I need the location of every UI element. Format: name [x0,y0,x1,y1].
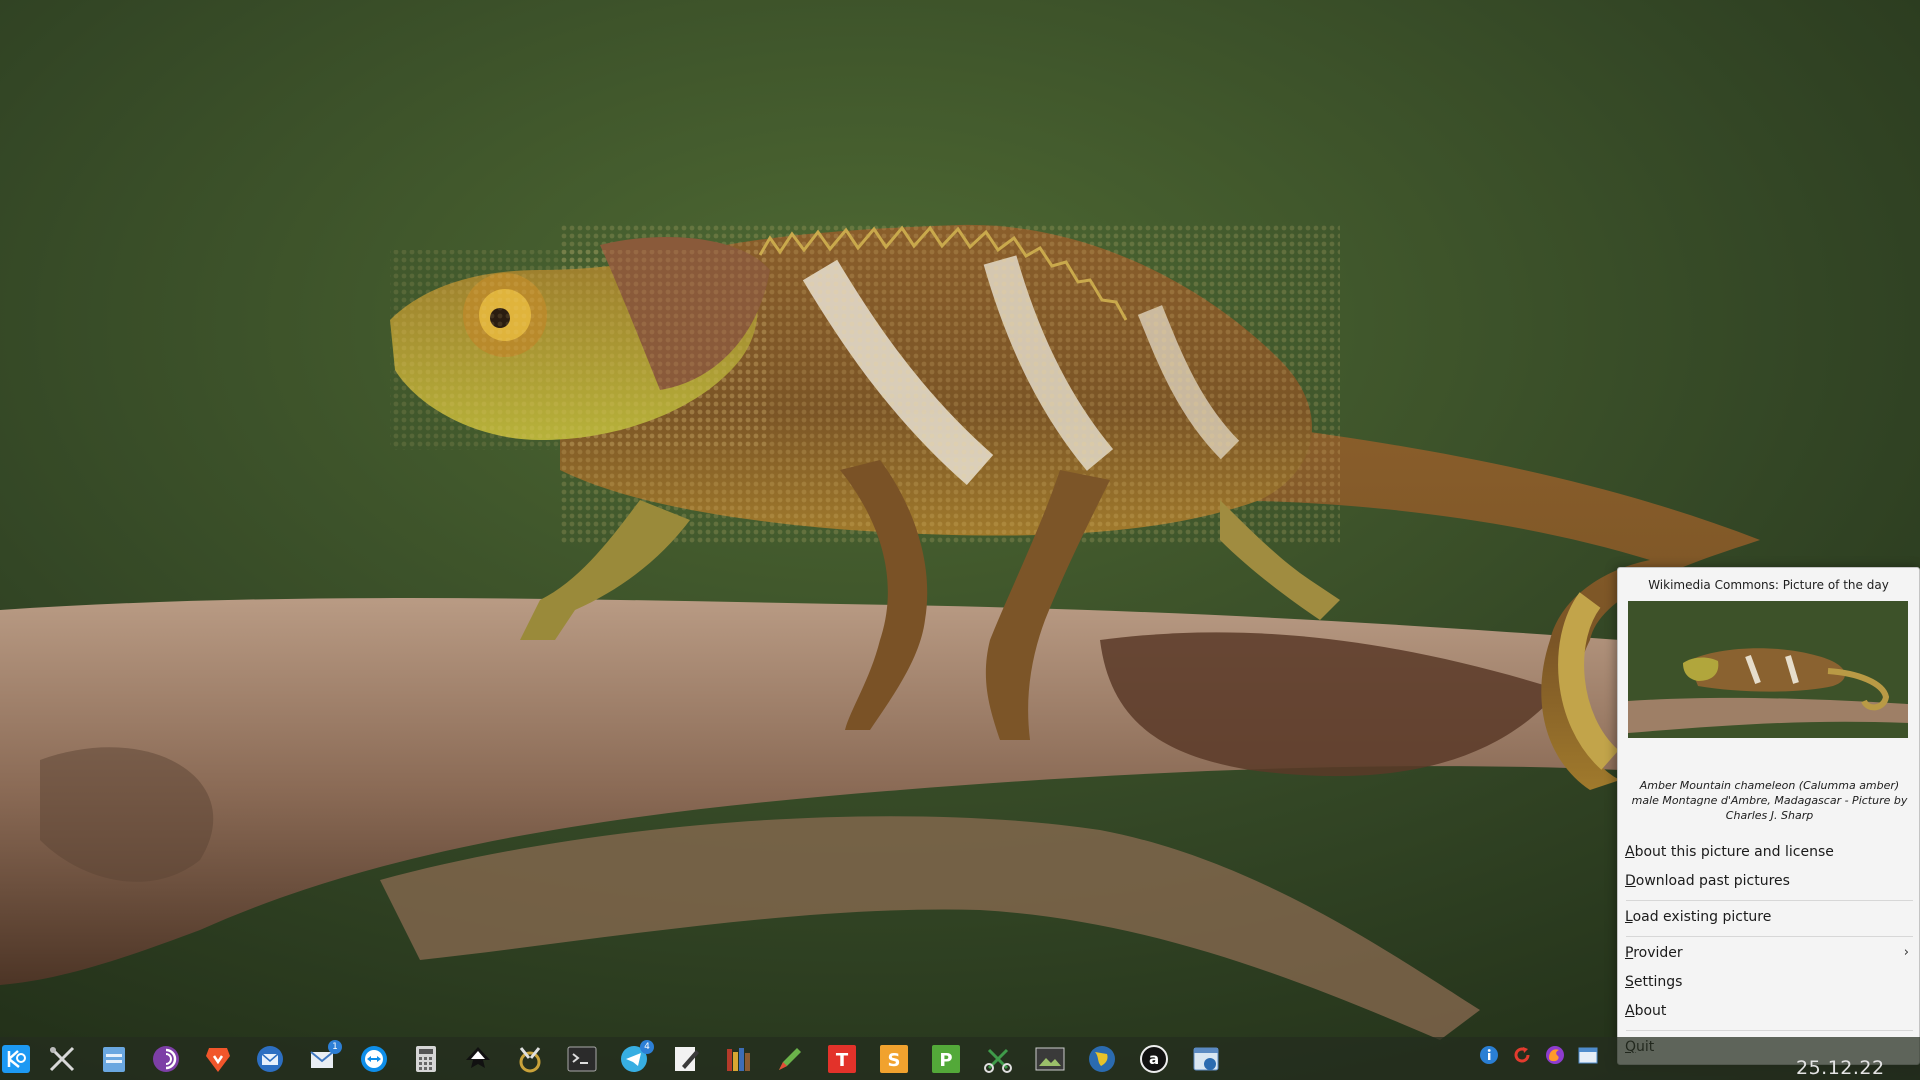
taskbar: 1 4 T S P a [0,1037,1920,1080]
calendar-icon[interactable] [1578,1045,1600,1067]
menu-item-about[interactable]: About [1624,998,1915,1024]
chameleon-thumbnail-image [1628,601,1908,738]
picture-thumbnail[interactable] [1628,601,1908,738]
office-spreadsheet-icon[interactable]: S [878,1043,910,1075]
menu-item-settings[interactable]: Settings [1624,969,1915,995]
file-manager-icon[interactable] [98,1043,130,1075]
menu-item-provider[interactable]: Provider › [1624,940,1915,966]
tor-browser-icon[interactable] [150,1043,182,1075]
menu-separator [1626,1030,1913,1031]
clock-date[interactable]: 25.12.22 [1796,1057,1885,1079]
plugin-tool-icon[interactable] [514,1043,546,1075]
menu-mnemonic: S [1625,974,1634,990]
menu-label: bout [1634,1003,1667,1019]
unread-badge: 4 [640,1040,654,1054]
library-icon[interactable] [722,1043,754,1075]
menu-separator [1626,900,1913,901]
picture-caption: Amber Mountain chameleon (Calumma amber)… [1631,779,1908,822]
inkscape-icon[interactable] [462,1043,494,1075]
mail-notifier-icon[interactable]: 1 [306,1040,342,1075]
menu-mnemonic: A [1625,844,1635,860]
chevron-right-icon: › [1903,945,1909,960]
menu-label: oad existing picture [1632,909,1772,925]
menu-label: ettings [1633,974,1683,990]
svg-text:T: T [836,1050,849,1071]
image-viewer-icon[interactable] [1034,1043,1066,1075]
teamviewer-icon[interactable] [358,1043,390,1075]
office-presentation-icon[interactable]: P [930,1043,962,1075]
kde-launcher-icon[interactable] [0,1043,32,1075]
menu-label: bout this picture and license [1634,844,1834,860]
globe-icon[interactable] [1086,1043,1118,1075]
firefox-icon[interactable] [1545,1045,1567,1067]
popup-title: Wikimedia Commons: Picture of the day [1648,578,1889,592]
menu-item-load-existing[interactable]: Load existing picture [1624,904,1915,930]
menu-mnemonic: D [1625,873,1636,889]
menu-mnemonic: L [1625,909,1633,925]
menu-mnemonic: A [1625,1003,1635,1019]
text-editor-icon[interactable] [670,1043,702,1075]
menu-item-about-picture[interactable]: About this picture and license [1624,839,1915,865]
scissors-icon[interactable] [982,1043,1014,1075]
svg-text:P: P [939,1050,952,1071]
amazon-icon[interactable]: a [1138,1043,1170,1075]
telegram-icon[interactable]: 4 [618,1040,654,1075]
brave-browser-icon[interactable] [202,1043,234,1075]
system-tools-icon[interactable] [46,1043,78,1075]
menu-mnemonic: P [1625,945,1634,961]
terminal-icon[interactable] [566,1043,598,1075]
menu-label: ownload past pictures [1635,873,1790,889]
svg-text:S: S [888,1050,901,1071]
calculator-icon[interactable] [410,1043,442,1075]
menu-label: rovider [1633,945,1683,961]
picture-of-day-icon[interactable] [1190,1043,1222,1075]
mail-client-icon[interactable] [254,1043,286,1075]
pencil-icon[interactable] [774,1043,806,1075]
potd-popup-menu: Wikimedia Commons: Picture of the day Am… [1617,567,1920,1065]
office-writer-icon[interactable]: T [826,1043,858,1075]
unread-badge: 1 [328,1040,342,1054]
menu-separator [1626,936,1913,937]
menu-item-download-past[interactable]: Download past pictures [1624,868,1915,894]
info-icon[interactable] [1479,1045,1501,1067]
svg-text:a: a [1149,1050,1159,1068]
update-icon[interactable] [1512,1045,1534,1067]
